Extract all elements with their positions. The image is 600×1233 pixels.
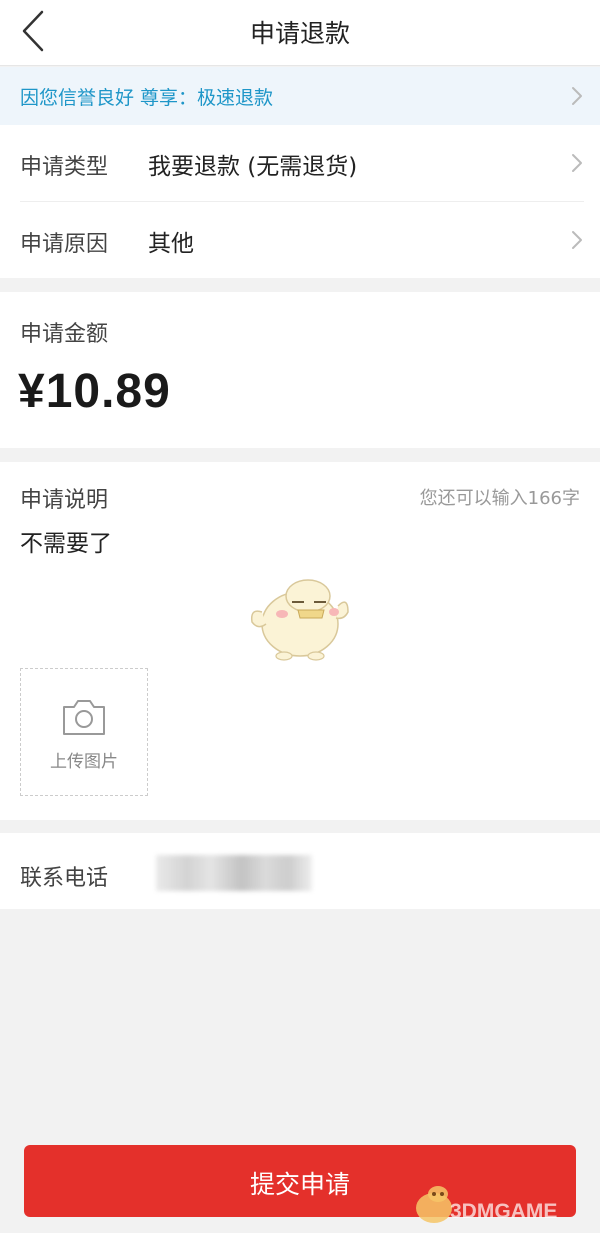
description-input[interactable]: 不需要了	[20, 524, 112, 558]
upload-image-button[interactable]: 上传图片	[20, 668, 148, 796]
mascot-image	[250, 579, 349, 661]
submit-label: 提交申请	[249, 1170, 350, 1199]
upload-label: 上传图片	[50, 752, 118, 772]
apply-reason-row[interactable]: 申请原因 其他	[0, 202, 600, 278]
refund-options-card: 申请类型 我要退款 (无需退货) 申请原因 其他	[0, 125, 600, 278]
notice-text: 因您信誉良好 尊享：极速退款	[20, 87, 274, 109]
amount-card: 申请金额 ¥10.89	[0, 292, 600, 448]
description-label: 申请说明	[20, 488, 109, 513]
watermark-text: 3DMGAME	[450, 1200, 558, 1223]
contact-card: 联系电话	[0, 833, 600, 909]
apply-type-value: 我要退款 (无需退货)	[148, 154, 358, 180]
phone-label: 联系电话	[20, 866, 109, 891]
description-card: 申请说明 您还可以输入166字 不需要了 上传图片	[0, 462, 600, 820]
apply-reason-value: 其他	[148, 231, 194, 257]
chevron-right-icon	[570, 85, 584, 107]
chevron-right-icon	[570, 152, 584, 174]
apply-type-row[interactable]: 申请类型 我要退款 (无需退货)	[0, 125, 600, 201]
amount-label: 申请金额	[20, 322, 109, 347]
amount-value: ¥10.89	[18, 365, 171, 418]
top-bar: 申请退款	[0, 0, 600, 66]
remaining-chars-hint: 您还可以输入166字	[419, 488, 580, 509]
phone-input[interactable]	[156, 855, 312, 891]
apply-type-label: 申请类型	[20, 155, 109, 180]
apply-reason-label: 申请原因	[20, 232, 109, 257]
chevron-right-icon	[570, 229, 584, 251]
page-title: 申请退款	[249, 19, 350, 48]
fast-refund-notice[interactable]: 因您信誉良好 尊享：极速退款	[0, 67, 600, 125]
camera-icon	[63, 700, 105, 735]
